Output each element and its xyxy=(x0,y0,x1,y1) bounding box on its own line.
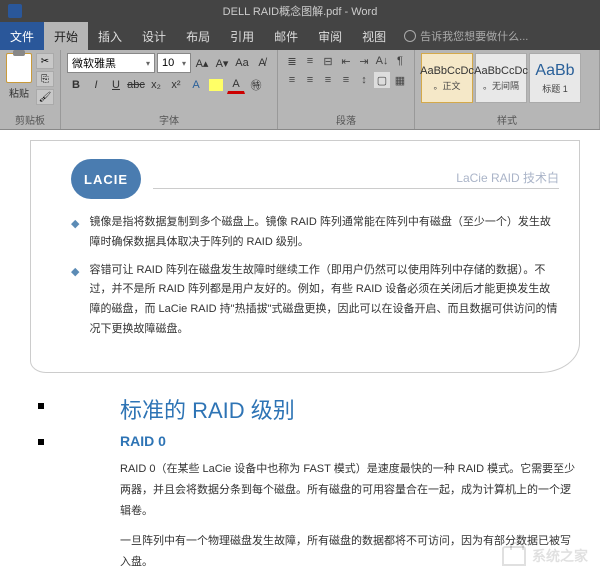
clipboard-icon xyxy=(6,53,32,83)
page: LACIE LaCie RAID 技术白 ◆ 镜像是指将数据复制到多个磁盘上。镜… xyxy=(30,140,580,373)
house-icon xyxy=(502,546,526,566)
document-area[interactable]: LACIE LaCie RAID 技术白 ◆ 镜像是指将数据复制到多个磁盘上。镜… xyxy=(0,130,600,574)
grow-font-icon[interactable]: A▴ xyxy=(193,54,211,72)
italic-button[interactable]: I xyxy=(87,76,105,94)
tab-view[interactable]: 视图 xyxy=(352,22,396,50)
ribbon: 粘贴 ✂ ⎘ 🖌 剪贴板 微软雅黑▾ 10▾ A▴ A▾ Aa A̸ B I U xyxy=(0,50,600,130)
tab-review[interactable]: 审阅 xyxy=(308,22,352,50)
tab-insert[interactable]: 插入 xyxy=(88,22,132,50)
multilevel-icon[interactable]: ⊟ xyxy=(320,53,336,69)
bold-button[interactable]: B xyxy=(67,76,85,94)
style-gallery: AaBbCcDc 。正文 AaBbCcDc 。无间隔 AaBb 标题 1 xyxy=(421,53,593,103)
group-styles: AaBbCcDc 。正文 AaBbCcDc 。无间隔 AaBb 标题 1 样式 xyxy=(415,50,600,129)
group-label-paragraph: 段落 xyxy=(284,110,408,129)
change-case-icon[interactable]: Aa xyxy=(233,54,251,72)
tab-design[interactable]: 设计 xyxy=(132,22,176,50)
paragraph-2: 容错可让 RAID 阵列在磁盘发生故障时继续工作（即用户仍然可以使用阵列中存储的… xyxy=(89,261,559,340)
align-left-icon[interactable]: ≡ xyxy=(284,72,300,88)
text-effects-icon[interactable]: A xyxy=(187,76,205,94)
enclose-char-icon[interactable]: ㊕ xyxy=(247,76,265,94)
header-text: LaCie RAID 技术白 xyxy=(153,169,559,189)
menu-bar: 文件 开始 插入 设计 布局 引用 邮件 审阅 视图 告诉我您想要做什么... xyxy=(0,22,600,50)
shrink-font-icon[interactable]: A▾ xyxy=(213,54,231,72)
group-paragraph: ≣ ≡ ⊟ ⇤ ⇥ A↓ ¶ ≡ ≡ ≡ ≡ ↕ ▢ ▦ 段落 xyxy=(278,50,415,129)
tab-mailings[interactable]: 邮件 xyxy=(264,22,308,50)
copy-button[interactable]: ⎘ xyxy=(36,71,54,87)
tab-file[interactable]: 文件 xyxy=(0,22,44,50)
diamond-bullet-icon: ◆ xyxy=(71,263,79,340)
font-name-combo[interactable]: 微软雅黑▾ xyxy=(67,53,155,73)
inc-indent-icon[interactable]: ⇥ xyxy=(356,53,372,69)
tab-home[interactable]: 开始 xyxy=(44,22,88,50)
line-spacing-icon[interactable]: ↕ xyxy=(356,72,372,88)
group-label-clipboard: 剪贴板 xyxy=(6,110,54,129)
tab-references[interactable]: 引用 xyxy=(220,22,264,50)
bullet-icon xyxy=(38,439,44,445)
group-font: 微软雅黑▾ 10▾ A▴ A▾ Aa A̸ B I U abc x₂ x² A … xyxy=(61,50,278,129)
underline-button[interactable]: U xyxy=(107,76,125,94)
numbering-icon[interactable]: ≡ xyxy=(302,53,318,69)
group-label-font: 字体 xyxy=(67,110,271,129)
sort-icon[interactable]: A↓ xyxy=(374,53,390,69)
shading-icon[interactable]: ▢ xyxy=(374,72,390,88)
heading-2: RAID 0 xyxy=(120,433,580,449)
font-size-combo[interactable]: 10▾ xyxy=(157,53,191,73)
document-title: DELL RAID概念图解.pdf - Word xyxy=(223,3,378,19)
highlight-button[interactable] xyxy=(207,76,225,94)
show-marks-icon[interactable]: ¶ xyxy=(392,53,408,69)
format-painter-button[interactable]: 🖌 xyxy=(36,89,54,105)
heading-1: 标准的 RAID 级别 xyxy=(120,393,580,425)
tell-me-search[interactable]: 告诉我您想要做什么... xyxy=(404,22,528,50)
bullets-icon[interactable]: ≣ xyxy=(284,53,300,69)
borders-icon[interactable]: ▦ xyxy=(392,72,408,88)
align-right-icon[interactable]: ≡ xyxy=(320,72,336,88)
paragraph-1: 镜像是指将数据复制到多个磁盘上。镜像 RAID 阵列通常能在阵列中有磁盘（至少一… xyxy=(89,213,559,253)
diamond-bullet-icon: ◆ xyxy=(71,215,79,253)
paste-button[interactable]: 粘贴 xyxy=(6,53,32,100)
superscript-button[interactable]: x² xyxy=(167,76,185,94)
justify-icon[interactable]: ≡ xyxy=(338,72,354,88)
group-label-styles: 样式 xyxy=(421,110,593,129)
style-heading1[interactable]: AaBb 标题 1 xyxy=(529,53,581,103)
subscript-button[interactable]: x₂ xyxy=(147,76,165,94)
style-normal[interactable]: AaBbCcDc 。正文 xyxy=(421,53,473,103)
align-center-icon[interactable]: ≡ xyxy=(302,72,318,88)
lightbulb-icon xyxy=(404,30,416,42)
strike-button[interactable]: abc xyxy=(127,76,145,94)
style-no-spacing[interactable]: AaBbCcDc 。无间隔 xyxy=(475,53,527,103)
cut-button[interactable]: ✂ xyxy=(36,53,54,69)
tab-layout[interactable]: 布局 xyxy=(176,22,220,50)
paragraph-3: RAID 0（在某些 LaCie 设备中也称为 FAST 模式）是速度最快的一种… xyxy=(120,459,580,522)
title-bar: DELL RAID概念图解.pdf - Word xyxy=(0,0,600,22)
font-color-button[interactable]: A xyxy=(227,76,245,94)
clear-format-icon[interactable]: A̸ xyxy=(253,54,271,72)
lacie-logo: LACIE xyxy=(71,159,141,199)
bullet-icon xyxy=(38,403,44,409)
watermark: 系统之家 xyxy=(502,546,588,566)
dec-indent-icon[interactable]: ⇤ xyxy=(338,53,354,69)
group-clipboard: 粘贴 ✂ ⎘ 🖌 剪贴板 xyxy=(0,50,61,129)
